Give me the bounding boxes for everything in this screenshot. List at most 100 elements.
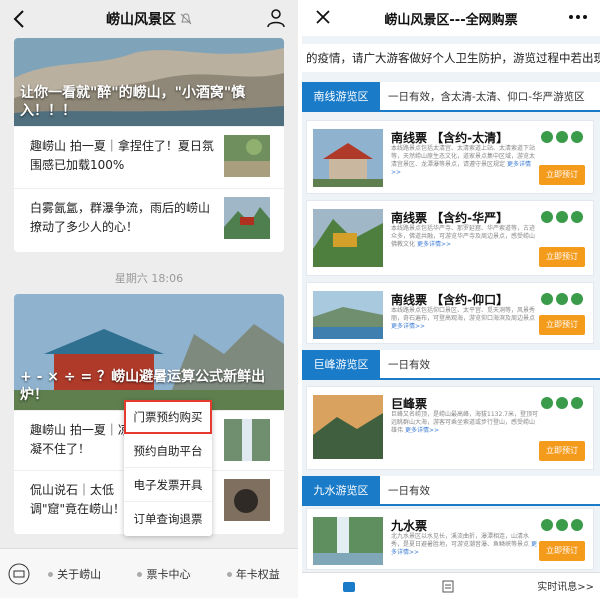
article-card-1: 让你一看就"醉"的崂山，"小酒窝"慎入！！！ 趣崂山 拍一夏｜拿捏住了！夏日氛围…	[14, 38, 284, 252]
clipboard-icon[interactable]	[442, 579, 454, 593]
keyboard-icon[interactable]	[8, 563, 30, 585]
section-desc: 一日有效，含太清-太清、仰口-华严游览区	[388, 91, 585, 103]
mute-bell-icon	[180, 13, 192, 25]
feature-icons	[541, 519, 583, 531]
feature-icon	[556, 293, 568, 305]
book-now-button[interactable]: 立即预订	[539, 165, 585, 185]
section-tag: 南线游览区	[302, 82, 380, 112]
article-row[interactable]: 趣崂山 拍一夏｜拿捏住了！夏日氛围感已加载100%	[14, 126, 284, 186]
feature-icons	[541, 131, 583, 143]
more-dots-icon[interactable]	[568, 14, 588, 20]
article-row[interactable]: 白雾氤氲，群瀑争流，雨后的崂山撩动了多少人的心！	[14, 188, 284, 248]
feature-icon	[541, 131, 553, 143]
menu-ticket-center-label: 票卡中心	[146, 567, 191, 581]
article-thumbnail	[224, 419, 270, 461]
section-jiushui: 九水游览区 一日有效	[302, 476, 600, 506]
article-headline-1: 让你一看就"醉"的崂山，"小酒窝"慎入！！！	[20, 85, 246, 119]
epidemic-notice: 的疫情，请广大游客做好个人卫生防护，游览过程中若出现发烧	[302, 44, 600, 72]
section-tag: 九水游览区	[302, 476, 380, 506]
menu-dot-icon	[226, 572, 232, 577]
menu-annual-card-label: 年卡权益	[235, 567, 280, 581]
account-menu-bar: 关于崂山 票卡中心 年卡权益	[0, 548, 298, 598]
feature-icons	[541, 211, 583, 223]
ticket-image	[313, 129, 383, 187]
account-title: 崂山风景区	[106, 12, 176, 28]
menu-item-ticket-booking[interactable]: 门票预约购买	[124, 400, 212, 434]
menu-item-e-invoice[interactable]: 电子发票开具	[124, 468, 212, 502]
ticket-image	[313, 395, 383, 459]
menu-about[interactable]: 关于崂山	[30, 566, 119, 582]
ticket-card: 九水票 北九水景区以水见长，溪流曲折，瀑潭相连，山清水秀，是夏日避暑胜地，可游览…	[306, 508, 594, 570]
section-tag: 巨峰游览区	[302, 350, 380, 380]
article-hero-1[interactable]: 让你一看就"醉"的崂山，"小酒窝"慎入！！！	[14, 38, 284, 126]
feature-icon	[556, 131, 568, 143]
back-arrow-icon[interactable]	[10, 7, 30, 31]
ticket-description: 本线路景点包括华严寺、那罗延窟、华严索道等，古迹众多，佛道共融，可游览华严寺及周…	[391, 225, 539, 249]
feature-icons	[541, 397, 583, 409]
ticket-name: 巨峰票	[391, 397, 428, 411]
ticket-description-text: 北九水景区以水见长，溪流曲折，瀑潭相连，山清水秀，是夏日避暑胜地，可游览潮音瀑、…	[391, 533, 530, 548]
article-headline-2: + - × ÷ = ？崂山避暑运算公式新鲜出炉！	[20, 369, 266, 403]
more-details-link[interactable]: 更多详情>>	[391, 323, 425, 330]
booking-bottom-bar: 实时讯息>>	[302, 572, 600, 598]
book-now-button[interactable]: 立即预订	[539, 247, 585, 267]
article-thumbnail	[224, 135, 270, 177]
message-timestamp: 星期六 18:06	[114, 272, 184, 285]
ticket-description: 本线路景点包括太清宫、太清索道上站、太清索道下站等，天然崂山原生态文化，道家景点…	[391, 145, 539, 177]
ticket-image	[313, 291, 383, 339]
profile-icon[interactable]	[266, 8, 286, 28]
ticket-name: 南线票 【含约-华严】	[391, 211, 509, 225]
feature-icon	[556, 519, 568, 531]
more-details-link[interactable]: 更多详情>>	[405, 427, 439, 434]
ticket-description: 巨峰又名崂顶，是崂山最高峰，海拔1132.7米，登顶可远眺群山大海，游客可乘坐索…	[391, 411, 539, 435]
book-now-button[interactable]: 立即预订	[539, 315, 585, 335]
feature-icon	[571, 397, 583, 409]
ticket-booking-panel: 崂山风景区---全网购票 的疫情，请广大游客做好个人卫生防护，游览过程中若出现发…	[302, 0, 600, 598]
ticket-name: 九水票	[391, 519, 428, 533]
article-thumbnail	[224, 197, 270, 239]
booking-title: 崂山风景区---全网购票	[384, 12, 518, 28]
menu-dot-icon	[137, 572, 143, 577]
booking-top-bar: 崂山风景区---全网购票	[302, 0, 600, 36]
article-thumbnail	[224, 479, 270, 521]
article-row-title: 白雾氤氲，群瀑争流，雨后的崂山撩动了多少人的心！	[30, 201, 211, 234]
article-hero-2[interactable]: + - × ÷ = ？崂山避暑运算公式新鲜出炉！	[14, 294, 284, 410]
feature-icon	[556, 211, 568, 223]
ticket-card: 南线票 【含约-华严】 本线路景点包括华严寺、那罗延窟、华严索道等，古迹众多，佛…	[306, 200, 594, 276]
menu-item-self-service[interactable]: 预约自助平台	[124, 434, 212, 468]
ticket-description: 本线路景点包括仰口景区、太平宫、觅天洞等，风景秀丽，奇石遍布，可登高观海，游览仰…	[391, 307, 539, 331]
ticket-card: 巨峰票 巨峰又名崂顶，是崂山最高峰，海拔1132.7米，登顶可远眺群山大海，游客…	[306, 386, 594, 470]
feature-icon	[571, 131, 583, 143]
book-now-button[interactable]: 立即预订	[539, 541, 585, 561]
ticket-popup-menu: 门票预约购买 预约自助平台 电子发票开具 订单查询退票	[124, 400, 212, 536]
section-south-line: 南线游览区 一日有效，含太清-太清、仰口-华严游览区	[302, 82, 600, 112]
feature-icon	[556, 397, 568, 409]
ticket-name: 南线票 【含约-仰口】	[391, 293, 509, 307]
home-icon[interactable]	[342, 579, 356, 593]
menu-ticket-center[interactable]: 票卡中心	[119, 566, 208, 582]
section-jufeng: 巨峰游览区 一日有效	[302, 350, 600, 380]
menu-dot-icon	[48, 572, 54, 577]
ticket-card: 南线票 【含约-仰口】 本线路景点包括仰口景区、太平宫、觅天洞等，风景秀丽，奇石…	[306, 282, 594, 344]
feature-icon	[571, 519, 583, 531]
more-details-link[interactable]: 更多详情>>	[417, 241, 451, 248]
close-icon[interactable]	[314, 8, 332, 26]
article-row-title: 侃山说石｜太低调"窟"竟在崂山！	[30, 483, 126, 516]
menu-item-order-refund[interactable]: 订单查询退票	[124, 502, 212, 536]
wechat-account-panel: 崂山风景区 让你一看就"醉"的崂山，"小酒窝"慎入！！！ 趣崂山 拍一夏｜拿捏住…	[0, 0, 298, 598]
wechat-top-bar: 崂山风景区	[0, 0, 298, 38]
ticket-name: 南线票 【含约-太清】	[391, 131, 509, 145]
ticket-image	[313, 209, 383, 267]
article-row-title: 趣崂山 拍一夏｜拿捏住了！夏日氛围感已加载100%	[30, 139, 214, 172]
feature-icon	[541, 211, 553, 223]
ticket-description-text: 本线路景点包括华严寺、那罗延窟、华严索道等，古迹众多，佛道共融，可游览华严寺及周…	[391, 225, 536, 248]
book-now-button[interactable]: 立即预订	[539, 441, 585, 461]
menu-annual-card[interactable]: 年卡权益	[209, 566, 298, 582]
ticket-card: 南线票 【含约-太清】 本线路景点包括太清宫、太清索道上站、太清索道下站等，天然…	[306, 120, 594, 194]
realtime-info-link[interactable]: 实时讯息>>	[537, 578, 594, 593]
feature-icon	[541, 519, 553, 531]
feature-icons	[541, 293, 583, 305]
feature-icon	[541, 397, 553, 409]
ticket-description-text: 本线路景点包括仰口景区、太平宫、觅天洞等，风景秀丽，奇石遍布，可登高观海，游览仰…	[391, 307, 536, 322]
feature-icon	[541, 293, 553, 305]
